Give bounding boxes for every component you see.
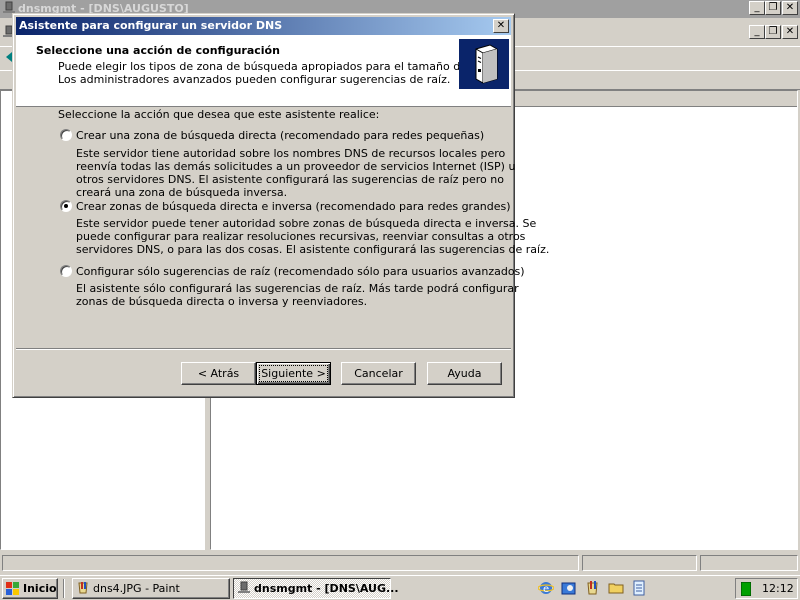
server-icon — [459, 39, 509, 89]
option-root-hints-desc-1: El asistente sólo configurará las sugere… — [76, 282, 519, 295]
next-button-label: Siguiente > — [259, 365, 328, 382]
status-bar — [0, 553, 800, 573]
radio-root-hints[interactable] — [60, 265, 72, 277]
child-minimize-button[interactable]: _ — [749, 25, 765, 39]
option-forward-zone-desc-3: otros servidores DNS. El asistente confi… — [76, 173, 504, 186]
child-close-button[interactable]: ✕ — [782, 25, 798, 39]
dialog-close-button[interactable]: ✕ — [493, 19, 509, 33]
paint-quicklaunch-icon[interactable] — [585, 580, 601, 596]
option-root-hints-desc-2: zonas de búsqueda directa o inversa y re… — [76, 295, 368, 308]
paint-icon — [78, 582, 88, 594]
close-button[interactable]: ✕ — [782, 1, 798, 15]
windows-logo-icon — [6, 582, 19, 595]
network-status-icon[interactable] — [741, 582, 751, 596]
child-restore-button[interactable]: ❐ — [765, 25, 781, 39]
svg-text:e: e — [543, 584, 549, 595]
task-label-paint: dns4.JPG - Paint — [93, 582, 180, 595]
radio-forward-zone[interactable] — [60, 129, 72, 141]
status-cell-main — [2, 555, 579, 571]
restore-button[interactable]: ❐ — [765, 1, 781, 15]
wizard-header-title: Seleccione una acción de configuración — [36, 44, 280, 57]
option-forward-zone-desc-2: reenvía todas las demás solicitudes a un… — [76, 160, 516, 173]
option-forward-zone-desc-1: Este servidor tiene autoridad sobre los … — [76, 147, 506, 160]
back-button[interactable]: < Atrás — [181, 362, 256, 385]
dialog-title: Asistente para configurar un servidor DN… — [19, 19, 283, 32]
wizard-header-subtitle-1: Puede elegir los tipos de zona de búsque… — [58, 60, 506, 73]
option-forward-zone-label[interactable]: Crear una zona de búsqueda directa (reco… — [76, 129, 484, 142]
dialog-titlebar[interactable]: Asistente para configurar un servidor DN… — [16, 17, 511, 35]
option-root-hints-label[interactable]: Configurar sólo sugerencias de raíz (rec… — [76, 265, 525, 278]
folder-icon[interactable] — [608, 580, 624, 596]
option-forward-reverse-desc-2: puede configurar para realizar resolucio… — [76, 230, 526, 243]
minimize-button[interactable]: _ — [749, 1, 765, 15]
start-label: Inicio — [23, 582, 57, 595]
option-forward-reverse-desc-3: servidores DNS, o para las dos cosas. El… — [76, 243, 550, 256]
wizard-header-subtitle-2: Los administradores avanzados pueden con… — [58, 73, 451, 86]
cancel-button[interactable]: Cancelar — [341, 362, 416, 385]
internet-explorer-icon[interactable]: e — [538, 580, 554, 596]
status-cell-3 — [700, 555, 798, 571]
radio-forward-reverse-zones[interactable] — [60, 200, 72, 212]
task-label-dnsmgmt: dnsmgmt - [DNS\AUG... — [254, 582, 399, 595]
help-button[interactable]: Ayuda — [427, 362, 502, 385]
notepad-icon[interactable] — [631, 580, 647, 596]
outlook-express-icon[interactable] — [561, 580, 577, 596]
dns-task-icon — [238, 581, 250, 593]
action-prompt: Seleccione la acción que desea que este … — [58, 108, 380, 121]
toolbar-grip — [0, 73, 10, 89]
taskbar: Inicio dns4.JPG - Paint dnsmgmt - [DNS\A… — [0, 575, 800, 600]
clock[interactable]: 12:12 — [762, 582, 794, 595]
option-forward-reverse-label[interactable]: Crear zonas de búsqueda directa e invers… — [76, 200, 511, 213]
option-forward-reverse-desc-1: Este servidor puede tener autoridad sobr… — [76, 217, 537, 230]
status-cell-2 — [582, 555, 697, 571]
task-button-dnsmgmt[interactable]: dnsmgmt - [DNS\AUG... — [233, 578, 399, 599]
wizard-header: Seleccione una acción de configuración P… — [16, 35, 511, 107]
option-forward-zone-desc-4: creará una zona de búsqueda inversa. — [76, 186, 288, 199]
taskbar-separator — [63, 579, 65, 598]
button-separator — [16, 348, 511, 350]
dns-wizard-dialog: Asistente para configurar un servidor DN… — [12, 13, 549, 398]
system-tray: 12:12 — [735, 578, 798, 599]
next-button[interactable]: Siguiente > — [256, 362, 331, 385]
start-button[interactable]: Inicio — [2, 578, 58, 599]
task-button-paint[interactable]: dns4.JPG - Paint — [72, 578, 230, 599]
